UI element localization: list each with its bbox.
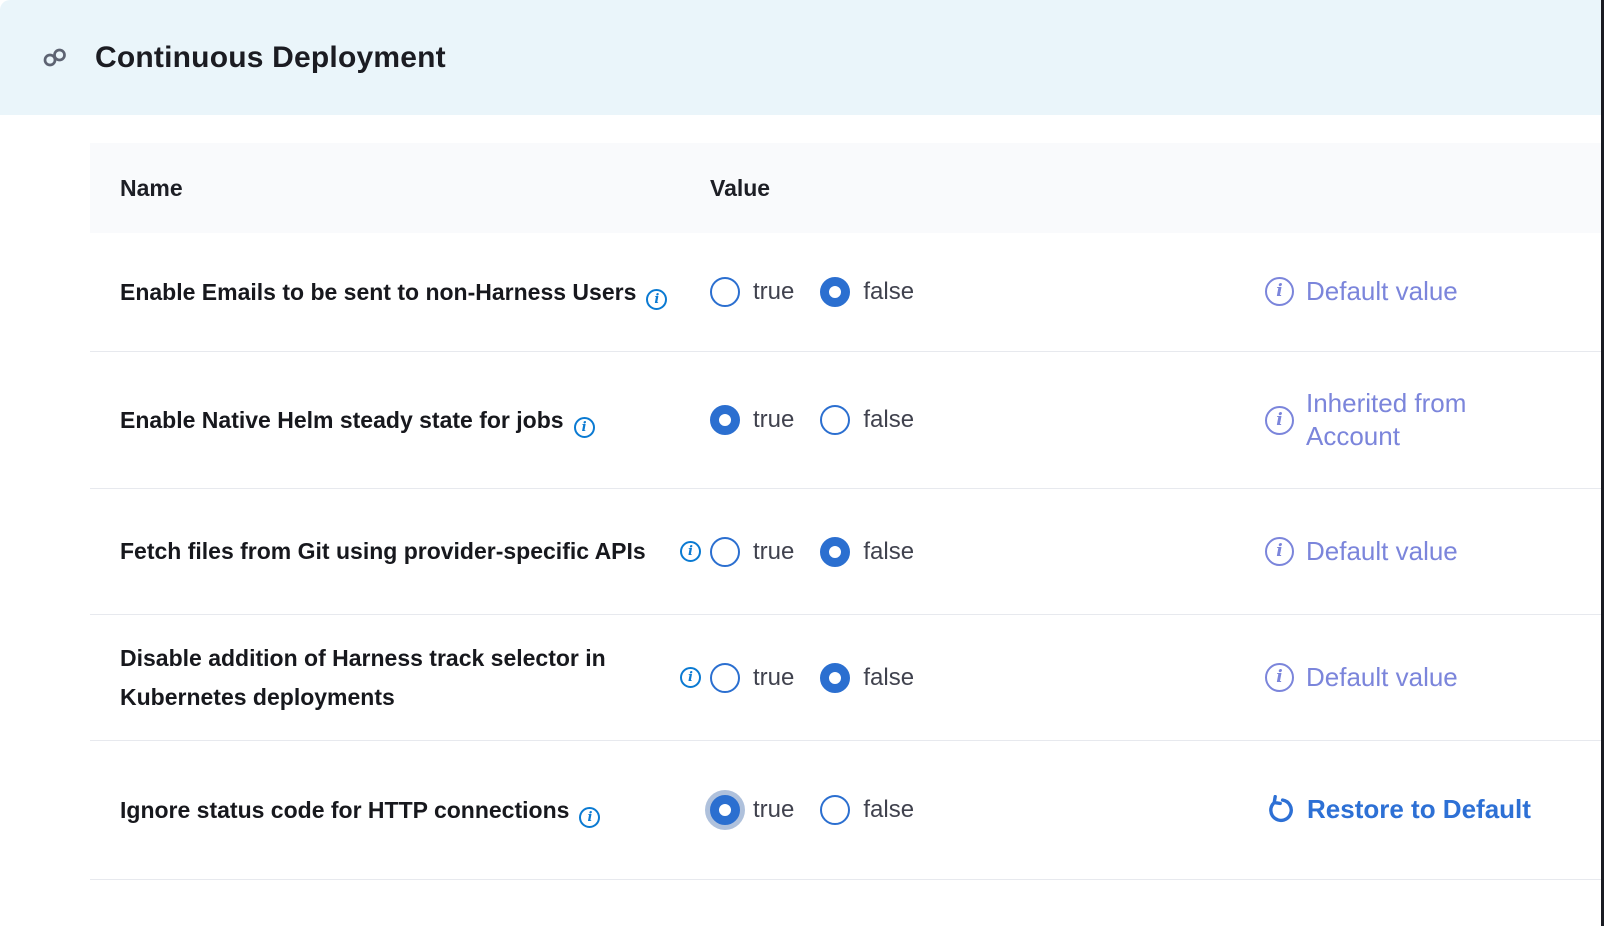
info-icon[interactable]: i <box>579 807 600 828</box>
radio-button-false[interactable] <box>820 537 850 567</box>
setting-name: Disable addition of Harness track select… <box>120 645 606 710</box>
radio-option-true[interactable]: true <box>710 405 794 435</box>
status-cell[interactable]: i Default value <box>1197 661 1601 694</box>
radio-label-false: false <box>863 538 914 566</box>
radio-button-false[interactable] <box>820 277 850 307</box>
radio-option-true[interactable]: true <box>710 277 794 307</box>
info-icon: i <box>1265 663 1294 692</box>
setting-value-cell: i true false <box>680 405 1197 435</box>
info-icon[interactable]: i <box>680 541 701 562</box>
setting-name: Fetch files from Git using provider-spec… <box>120 538 646 564</box>
setting-row: Disable addition of Harness track select… <box>90 615 1601 741</box>
status-label: Default value <box>1306 275 1458 308</box>
settings-table: Name Value Enable Emails to be sent to n… <box>90 143 1601 880</box>
radio-option-true[interactable]: true <box>710 663 794 693</box>
radio-button-true[interactable] <box>710 537 740 567</box>
setting-row: Enable Emails to be sent to non-Harness … <box>90 233 1601 352</box>
setting-row: Enable Native Helm steady state for jobs… <box>90 352 1601 489</box>
status-label: Default value <box>1306 535 1458 568</box>
column-header-value: Value <box>680 175 1197 202</box>
setting-row: Ignore status code for HTTP connections i… <box>90 741 1601 880</box>
radio-label-false: false <box>863 664 914 692</box>
status-label: Restore to Default <box>1307 793 1531 826</box>
setting-name: Enable Native Helm steady state for jobs <box>120 407 564 433</box>
info-icon[interactable]: i <box>574 417 595 438</box>
status-cell[interactable]: i Default value <box>1197 535 1601 568</box>
page-title: Continuous Deployment <box>95 41 446 75</box>
radio-label-true: true <box>753 538 794 566</box>
radio-option-false[interactable]: false <box>820 663 914 693</box>
radio-button-false[interactable] <box>820 663 850 693</box>
setting-name-cell: Fetch files from Git using provider-spec… <box>90 532 680 571</box>
radio-label-true: true <box>753 278 794 306</box>
status-cell[interactable]: i Restore to Default <box>1197 793 1601 826</box>
status-cell[interactable]: i Inherited from Account <box>1197 387 1601 454</box>
restore-icon[interactable] <box>1265 795 1295 825</box>
info-icon[interactable]: i <box>646 289 667 310</box>
status-label: Default value <box>1306 661 1458 694</box>
radio-label-false: false <box>863 278 914 306</box>
status-label: Inherited from Account <box>1306 387 1556 454</box>
radio-button-true[interactable] <box>710 405 740 435</box>
setting-name-cell: Ignore status code for HTTP connections i <box>90 791 680 830</box>
radio-option-false[interactable]: false <box>820 537 914 567</box>
radio-label-true: true <box>753 796 794 824</box>
radio-button-true[interactable] <box>710 795 740 825</box>
radio-option-false[interactable]: false <box>820 795 914 825</box>
radio-button-true[interactable] <box>710 277 740 307</box>
info-icon: i <box>1265 537 1294 566</box>
status-cell[interactable]: i Default value <box>1197 275 1601 308</box>
radio-button-true[interactable] <box>710 663 740 693</box>
chain-link-icon[interactable] <box>42 47 69 68</box>
radio-option-true[interactable]: true <box>710 795 794 825</box>
column-header-name: Name <box>90 175 680 202</box>
radio-option-false[interactable]: false <box>820 277 914 307</box>
setting-value-cell: i true false <box>680 663 1197 693</box>
radio-option-true[interactable]: true <box>710 537 794 567</box>
setting-name-cell: Enable Native Helm steady state for jobs… <box>90 401 680 440</box>
radio-label-true: true <box>753 664 794 692</box>
radio-label-false: false <box>863 796 914 824</box>
setting-value-cell: i true false <box>680 795 1197 825</box>
radio-label-false: false <box>863 406 914 434</box>
setting-value-cell: i true false <box>680 277 1197 307</box>
section-header: Continuous Deployment <box>0 0 1604 115</box>
radio-button-false[interactable] <box>820 795 850 825</box>
radio-option-false[interactable]: false <box>820 405 914 435</box>
info-icon[interactable]: i <box>680 667 701 688</box>
setting-name-cell: Enable Emails to be sent to non-Harness … <box>90 273 680 312</box>
table-header-row: Name Value <box>90 143 1601 233</box>
radio-button-false[interactable] <box>820 405 850 435</box>
setting-name: Enable Emails to be sent to non-Harness … <box>120 279 636 305</box>
radio-label-true: true <box>753 406 794 434</box>
setting-row: Fetch files from Git using provider-spec… <box>90 489 1601 615</box>
info-icon: i <box>1265 406 1294 435</box>
setting-name-cell: Disable addition of Harness track select… <box>90 639 680 716</box>
info-icon: i <box>1265 277 1294 306</box>
setting-name: Ignore status code for HTTP connections <box>120 797 569 823</box>
setting-value-cell: i true false <box>680 537 1197 567</box>
